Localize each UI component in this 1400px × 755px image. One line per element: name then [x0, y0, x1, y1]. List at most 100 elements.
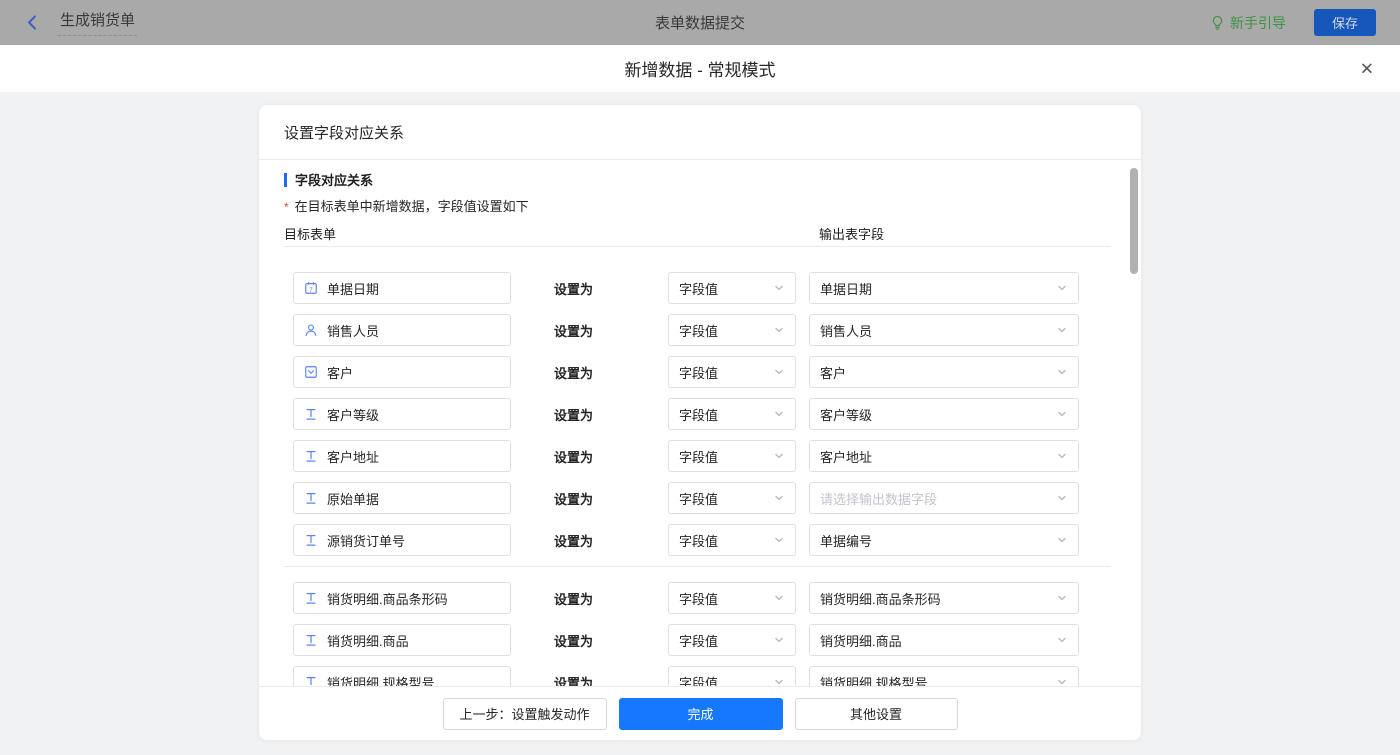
user-icon: [304, 323, 318, 337]
set-as-label: 设置为: [511, 631, 668, 650]
save-button[interactable]: 保存: [1314, 9, 1376, 36]
set-as-label: 设置为: [511, 321, 668, 340]
text-icon: [304, 533, 318, 547]
value-type-select[interactable]: 字段值: [668, 482, 796, 514]
chevron-down-icon: [773, 282, 785, 294]
text-icon: [304, 407, 318, 421]
output-field-select[interactable]: 请选择输出数据字段: [809, 482, 1079, 514]
set-as-label: 设置为: [511, 489, 668, 508]
source-field: 7 单据日期: [293, 272, 511, 304]
topbar-actions: 新手引导 保存: [1211, 9, 1376, 36]
output-field-select[interactable]: 客户地址: [809, 440, 1079, 472]
source-field-label: 客户等级: [327, 405, 379, 424]
chevron-down-icon: [773, 450, 785, 462]
group-divider: [284, 566, 1111, 567]
column-headers: 目标表单 输出表字段: [284, 224, 1116, 240]
field-mapping-row: 源销货订单号 设置为 字段值 单据编号: [293, 524, 1141, 556]
value-type-selected: 字段值: [679, 363, 718, 382]
output-field-select[interactable]: 销售人员: [809, 314, 1079, 346]
set-as-label: 设置为: [511, 405, 668, 424]
source-field: 客户等级: [293, 398, 511, 430]
chevron-down-icon: [773, 324, 785, 336]
prev-step-button[interactable]: 上一步：设置触发动作: [443, 698, 607, 730]
source-field: 源销货订单号: [293, 524, 511, 556]
section-accent-bar: [284, 173, 287, 187]
chevron-down-icon: [1056, 324, 1068, 336]
topbar-back-group: 生成销货单: [24, 9, 137, 36]
set-as-label: 设置为: [511, 589, 668, 608]
output-field-selected: 单据日期: [820, 279, 872, 298]
chevron-down-icon: [773, 534, 785, 546]
beginner-guide-link[interactable]: 新手引导: [1211, 13, 1286, 33]
source-field: 销售人员: [293, 314, 511, 346]
text-icon: [304, 633, 318, 647]
back-chevron-icon[interactable]: [24, 14, 41, 31]
required-mark: *: [284, 200, 289, 214]
source-field-label: 单据日期: [327, 279, 379, 298]
value-type-selected: 字段值: [679, 531, 718, 550]
value-type-select[interactable]: 字段值: [668, 356, 796, 388]
source-field: 客户地址: [293, 440, 511, 472]
set-as-label: 设置为: [511, 447, 668, 466]
output-field-select[interactable]: 客户: [809, 356, 1079, 388]
card-title: 设置字段对应关系: [259, 105, 1141, 160]
value-type-select[interactable]: 字段值: [668, 314, 796, 346]
output-field-selected: 客户等级: [820, 405, 872, 424]
field-mapping-row: 销货明细.商品 设置为 字段值 销货明细.商品: [293, 624, 1141, 656]
source-field-label: 销货明细.商品: [327, 631, 409, 650]
screen: 生成销货单 表单数据提交 新手引导 保存 新增数据 - 常规模式 ✕ 设置字段对…: [0, 0, 1400, 755]
field-mapping-row: 客户 设置为 字段值 客户: [293, 356, 1141, 388]
scrollbar-thumb[interactable]: [1130, 168, 1138, 274]
field-mapping-row: 客户地址 设置为 字段值 客户地址: [293, 440, 1141, 472]
output-field-selected: 销货明细.商品: [820, 631, 902, 650]
set-as-label: 设置为: [511, 531, 668, 550]
value-type-select[interactable]: 字段值: [668, 272, 796, 304]
close-icon[interactable]: ✕: [1360, 60, 1374, 77]
source-field-label: 源销货订单号: [327, 531, 405, 550]
other-settings-button[interactable]: 其他设置: [795, 698, 958, 730]
value-type-select[interactable]: 字段值: [668, 440, 796, 472]
text-icon: [304, 449, 318, 463]
chevron-down-icon: [773, 492, 785, 504]
output-field-select[interactable]: 单据日期: [809, 272, 1079, 304]
modal-header: 新增数据 - 常规模式 ✕: [0, 45, 1400, 92]
source-field-label: 原始单据: [327, 489, 379, 508]
output-field-select[interactable]: 客户等级: [809, 398, 1079, 430]
field-mapping-row: 客户等级 设置为 字段值 客户等级: [293, 398, 1141, 430]
chevron-down-icon: [773, 592, 785, 604]
source-field-label: 销售人员: [327, 321, 379, 340]
value-type-selected: 字段值: [679, 589, 718, 608]
value-type-select[interactable]: 字段值: [668, 624, 796, 656]
value-type-selected: 字段值: [679, 447, 718, 466]
output-field-select[interactable]: 销货明细.商品条形码: [809, 582, 1079, 614]
svg-text:7: 7: [309, 287, 313, 294]
source-field: 客户: [293, 356, 511, 388]
set-as-label: 设置为: [511, 363, 668, 382]
field-mapping-list: 7 单据日期 设置为 字段值 单据日期 销售人员 设置为 字段值: [259, 247, 1141, 690]
value-type-select[interactable]: 字段值: [668, 398, 796, 430]
output-field-select[interactable]: 销货明细.商品: [809, 624, 1079, 656]
chevron-down-icon: [1056, 634, 1068, 646]
section-description: * 在目标表单中新增数据，字段值设置如下: [284, 196, 1116, 212]
output-field-selected: 请选择输出数据字段: [820, 489, 937, 508]
value-type-selected: 字段值: [679, 489, 718, 508]
source-field-label: 销货明细.商品条形码: [327, 589, 448, 608]
value-type-selected: 字段值: [679, 321, 718, 340]
value-type-select[interactable]: 字段值: [668, 582, 796, 614]
calendar-icon: 7: [304, 281, 318, 295]
workflow-name[interactable]: 生成销货单: [58, 9, 137, 36]
topbar-title: 表单数据提交: [655, 12, 745, 33]
value-type-select[interactable]: 字段值: [668, 524, 796, 556]
chevron-down-icon: [1056, 492, 1068, 504]
output-field-select[interactable]: 单据编号: [809, 524, 1079, 556]
chevron-down-icon: [1056, 366, 1068, 378]
done-button[interactable]: 完成: [619, 698, 783, 730]
description-text: 在目标表单中新增数据，字段值设置如下: [295, 199, 529, 214]
topbar: 生成销货单 表单数据提交 新手引导 保存: [0, 0, 1400, 45]
source-field: 销货明细.商品条形码: [293, 582, 511, 614]
output-field-selected: 单据编号: [820, 531, 872, 550]
output-field-selected: 销货明细.商品条形码: [820, 589, 941, 608]
value-type-selected: 字段值: [679, 279, 718, 298]
column-header-target-form: 目标表单: [284, 227, 336, 242]
column-header-output-fields: 输出表字段: [819, 224, 884, 243]
